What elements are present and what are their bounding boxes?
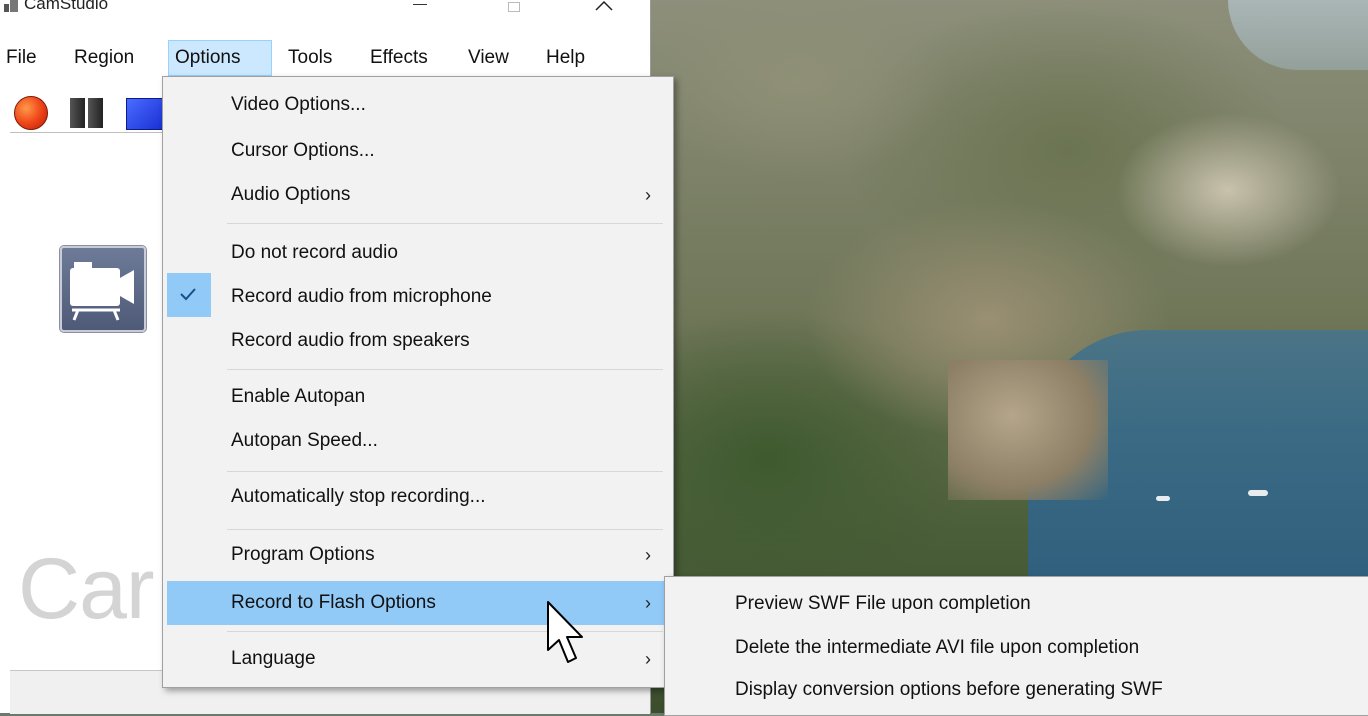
window-title: CamStudio [24, 0, 109, 13]
menu-item-label: Program Options [231, 544, 375, 565]
menu-item-no-audio[interactable]: Do not record audio [167, 231, 669, 275]
pause-icon[interactable] [70, 98, 104, 128]
menu-effects[interactable]: Effects [364, 40, 434, 76]
menu-separator [227, 223, 663, 224]
menu-bar: File Region Options Tools Effects View H… [0, 40, 650, 76]
options-dropdown-menu: Video Options... Cursor Options... Audio… [162, 76, 674, 688]
brand-watermark: Car [18, 541, 155, 637]
chevron-right-icon: › [645, 649, 651, 669]
menu-item-label: Audio Options [231, 184, 351, 205]
submenu-item-preview-swf[interactable]: Preview SWF File upon completion [735, 593, 1031, 615]
menu-item-label: Record to Flash Options [231, 592, 436, 613]
cliff-area [948, 360, 1108, 500]
app-icon [4, 0, 18, 12]
menu-item-program-options[interactable]: Program Options › [167, 533, 669, 577]
menu-item-label: Record audio from microphone [231, 286, 492, 307]
menu-view[interactable]: View [462, 40, 515, 76]
menu-item-audio-options[interactable]: Audio Options › [167, 173, 669, 217]
menu-item-language[interactable]: Language › [167, 637, 669, 681]
boat [1248, 490, 1268, 496]
menu-region[interactable]: Region [68, 40, 140, 76]
chevron-right-icon: › [645, 185, 651, 205]
menu-item-video-options[interactable]: Video Options... [167, 83, 669, 127]
menu-item-label: Language [231, 648, 316, 669]
menu-options[interactable]: Options [168, 40, 272, 76]
menu-separator [227, 471, 663, 472]
menu-item-label: Enable Autopan [231, 386, 366, 407]
stop-icon[interactable] [126, 98, 164, 130]
menu-item-label: Automatically stop recording... [231, 486, 486, 507]
mouse-cursor-icon [547, 601, 583, 663]
menu-item-label: Autopan Speed... [231, 430, 378, 451]
menu-help[interactable]: Help [540, 40, 591, 76]
menu-file[interactable]: File [0, 40, 43, 76]
menu-tools[interactable]: Tools [282, 40, 338, 76]
flash-options-submenu: Preview SWF File upon completion Delete … [664, 576, 1368, 716]
title-bar[interactable]: CamStudio [0, 0, 650, 26]
menu-item-autopan-speed[interactable]: Autopan Speed... [167, 419, 669, 463]
camera-icon [60, 246, 146, 332]
menu-item-label: Do not record audio [231, 242, 398, 263]
maximize-button[interactable] [494, 0, 534, 18]
menu-item-record-to-flash[interactable]: Record to Flash Options › [167, 581, 669, 625]
chevron-up-icon[interactable] [584, 0, 624, 18]
menu-item-cursor-options[interactable]: Cursor Options... [167, 129, 669, 173]
menu-item-label: Video Options... [231, 94, 366, 115]
minimize-button[interactable] [400, 0, 440, 18]
menu-separator [227, 631, 663, 632]
chevron-right-icon: › [645, 545, 651, 565]
menu-item-auto-stop[interactable]: Automatically stop recording... [167, 475, 669, 519]
menu-separator [227, 369, 663, 370]
submenu-item-display-conversion[interactable]: Display conversion options before genera… [735, 679, 1163, 701]
boat [1156, 496, 1170, 501]
menu-separator [227, 529, 663, 530]
chevron-right-icon: › [645, 593, 651, 613]
menu-item-label: Record audio from speakers [231, 330, 470, 351]
record-icon[interactable] [14, 96, 48, 130]
submenu-item-delete-avi[interactable]: Delete the intermediate AVI file upon co… [735, 637, 1139, 659]
menu-item-record-microphone[interactable]: Record audio from microphone [167, 275, 669, 319]
menu-item-enable-autopan[interactable]: Enable Autopan [167, 375, 669, 419]
menu-item-record-speakers[interactable]: Record audio from speakers [167, 319, 669, 363]
sky-area [1228, 0, 1368, 70]
menu-item-label: Cursor Options... [231, 140, 375, 161]
